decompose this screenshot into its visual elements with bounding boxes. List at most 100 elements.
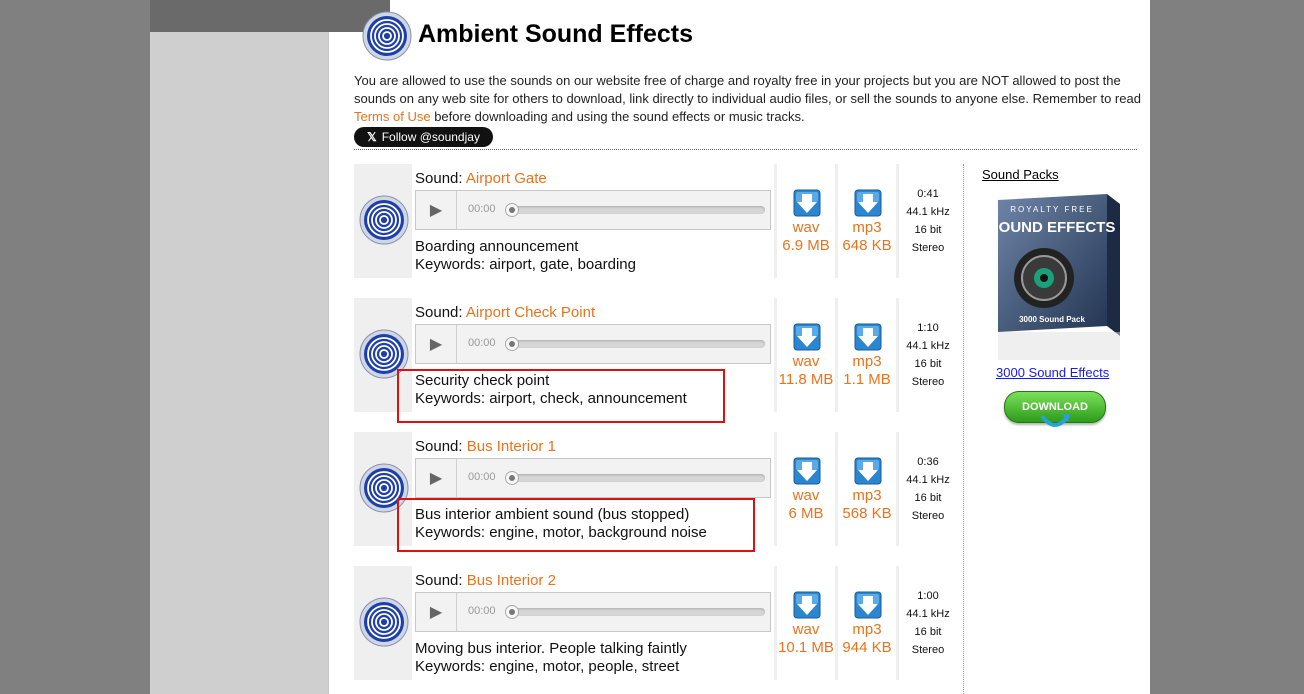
download-icon — [793, 457, 821, 485]
wav-download[interactable]: wav 6 MB — [777, 432, 835, 546]
intro-part2: before downloading and using the sound e… — [430, 109, 805, 124]
sound-packs-link[interactable]: Sound Packs — [982, 167, 1059, 182]
sound-title: Sound: Bus Interior 2 — [415, 572, 556, 589]
box-line1: ROYALTY FREE — [1010, 205, 1094, 214]
download-icon — [793, 591, 821, 619]
sound-title: Sound: Bus Interior 1 — [415, 438, 556, 455]
channels: Stereo — [911, 510, 945, 522]
header-banner — [150, 0, 390, 36]
mp3-label[interactable]: mp3 — [838, 488, 896, 504]
play-icon: ▶ — [429, 336, 443, 353]
audio-player: ▶ 00:00 — [415, 324, 771, 364]
seek-bar[interactable] — [507, 206, 765, 214]
intro-part1: You are allowed to use the sounds on our… — [354, 73, 1141, 106]
download-icon — [854, 457, 882, 485]
keywords-text: Keywords: engine, motor, people, street — [415, 658, 680, 675]
seek-handle[interactable] — [505, 605, 519, 619]
bit-depth: 16 bit — [914, 358, 942, 370]
sound-pack-box-image[interactable]: ROYALTY FREE SOUND EFFECTS 3000 Sound Pa… — [992, 186, 1122, 364]
wav-label[interactable]: wav — [777, 488, 835, 504]
sound-name-link[interactable]: Bus Interior 1 — [467, 438, 556, 455]
mp3-label[interactable]: mp3 — [838, 220, 896, 236]
box-line3: 3000 Sound Pack — [1019, 315, 1085, 324]
sound-pack-link[interactable]: 3000 Sound Effects — [996, 365, 1109, 380]
divider — [354, 149, 1137, 150]
mp3-download[interactable]: mp3 568 KB — [838, 432, 896, 546]
sound-info: Sound: Airport Gate ▶ 00:00 Boarding announ… — [412, 164, 774, 278]
mp3-size: 648 KB — [842, 237, 892, 254]
bit-depth: 16 bit — [914, 224, 942, 236]
sound-label: Sound: — [415, 438, 467, 455]
sound-name-link[interactable]: Airport Check Point — [466, 304, 595, 321]
seek-handle[interactable] — [505, 203, 519, 217]
sound-row: Sound: Bus Interior 2 ▶ 00:00 Moving bus in… — [354, 566, 957, 680]
play-button[interactable]: ▶ — [416, 593, 457, 631]
sound-info: Sound: Bus Interior 2 ▶ 00:00 Moving bus in… — [412, 566, 774, 680]
download-icon — [854, 323, 882, 351]
sound-icon — [359, 597, 409, 647]
seek-handle[interactable] — [505, 471, 519, 485]
download-icon — [854, 591, 882, 619]
play-button[interactable]: ▶ — [416, 191, 457, 229]
mp3-label[interactable]: mp3 — [838, 354, 896, 370]
page: Ambient Sound Effects You are allowed to… — [150, 0, 1150, 694]
wav-download[interactable]: wav 10.1 MB — [777, 566, 835, 680]
audio-player: ▶ 00:00 — [415, 458, 771, 498]
left-column — [150, 0, 329, 694]
channels: Stereo — [911, 242, 945, 254]
seek-bar[interactable] — [507, 340, 765, 348]
soundjay-logo-icon — [362, 11, 412, 61]
seek-bar[interactable] — [507, 474, 765, 482]
wav-download[interactable]: wav 11.8 MB — [777, 298, 835, 412]
sample-rate: 44.1 kHz — [906, 474, 950, 486]
download-icon — [793, 323, 821, 351]
sound-meta: 1:10 44.1 kHz 16 bit Stereo — [899, 298, 957, 412]
mp3-label[interactable]: mp3 — [838, 622, 896, 638]
sample-rate: 44.1 kHz — [906, 340, 950, 352]
terms-of-use-link[interactable]: Terms of Use — [354, 109, 431, 124]
keywords-text: Keywords: airport, gate, boarding — [415, 256, 636, 273]
wav-label[interactable]: wav — [777, 354, 835, 370]
wav-size: 6.9 MB — [782, 237, 830, 254]
follow-label: Follow @soundjay — [381, 130, 480, 144]
sound-icon — [359, 195, 409, 245]
channels: Stereo — [911, 376, 945, 388]
play-icon: ▶ — [429, 470, 443, 487]
mp3-size: 1.1 MB — [843, 371, 891, 388]
player-time: 00:00 — [468, 337, 496, 349]
player-time: 00:00 — [468, 605, 496, 617]
sound-meta: 1:00 44.1 kHz 16 bit Stereo — [899, 566, 957, 680]
wav-label[interactable]: wav — [777, 622, 835, 638]
bit-depth: 16 bit — [914, 626, 942, 638]
sound-name-link[interactable]: Bus Interior 2 — [467, 572, 556, 589]
sidebar-divider — [963, 164, 964, 694]
mp3-download[interactable]: mp3 648 KB — [838, 164, 896, 278]
duration: 1:10 — [917, 322, 939, 334]
mp3-download[interactable]: mp3 1.1 MB — [838, 298, 896, 412]
download-arrow-icon — [1040, 414, 1070, 427]
play-button[interactable]: ▶ — [416, 325, 457, 363]
player-time: 00:00 — [468, 203, 496, 215]
download-icon — [854, 189, 882, 217]
play-button[interactable]: ▶ — [416, 459, 457, 497]
download-icon — [793, 189, 821, 217]
wav-label[interactable]: wav — [777, 220, 835, 236]
sound-label: Sound: — [415, 304, 466, 321]
highlight-box — [397, 369, 725, 423]
mp3-download[interactable]: mp3 944 KB — [838, 566, 896, 680]
seek-bar[interactable] — [507, 608, 765, 616]
sound-name-link[interactable]: Airport Gate — [466, 170, 547, 187]
wav-size: 6 MB — [788, 505, 824, 522]
sound-description: Boarding announcement Keywords: airport, … — [415, 238, 636, 274]
sound-title: Sound: Airport Gate — [415, 170, 547, 187]
play-icon: ▶ — [429, 202, 443, 219]
duration: 0:36 — [917, 456, 939, 468]
audio-player: ▶ 00:00 — [415, 592, 771, 632]
sample-rate: 44.1 kHz — [906, 608, 950, 620]
sound-label: Sound: — [415, 170, 466, 187]
description-text: Boarding announcement — [415, 238, 579, 255]
x-logo-icon: 𝕏 — [367, 130, 377, 144]
wav-download[interactable]: wav 6.9 MB — [777, 164, 835, 278]
follow-button[interactable]: 𝕏 Follow @soundjay — [354, 127, 493, 147]
seek-handle[interactable] — [505, 337, 519, 351]
